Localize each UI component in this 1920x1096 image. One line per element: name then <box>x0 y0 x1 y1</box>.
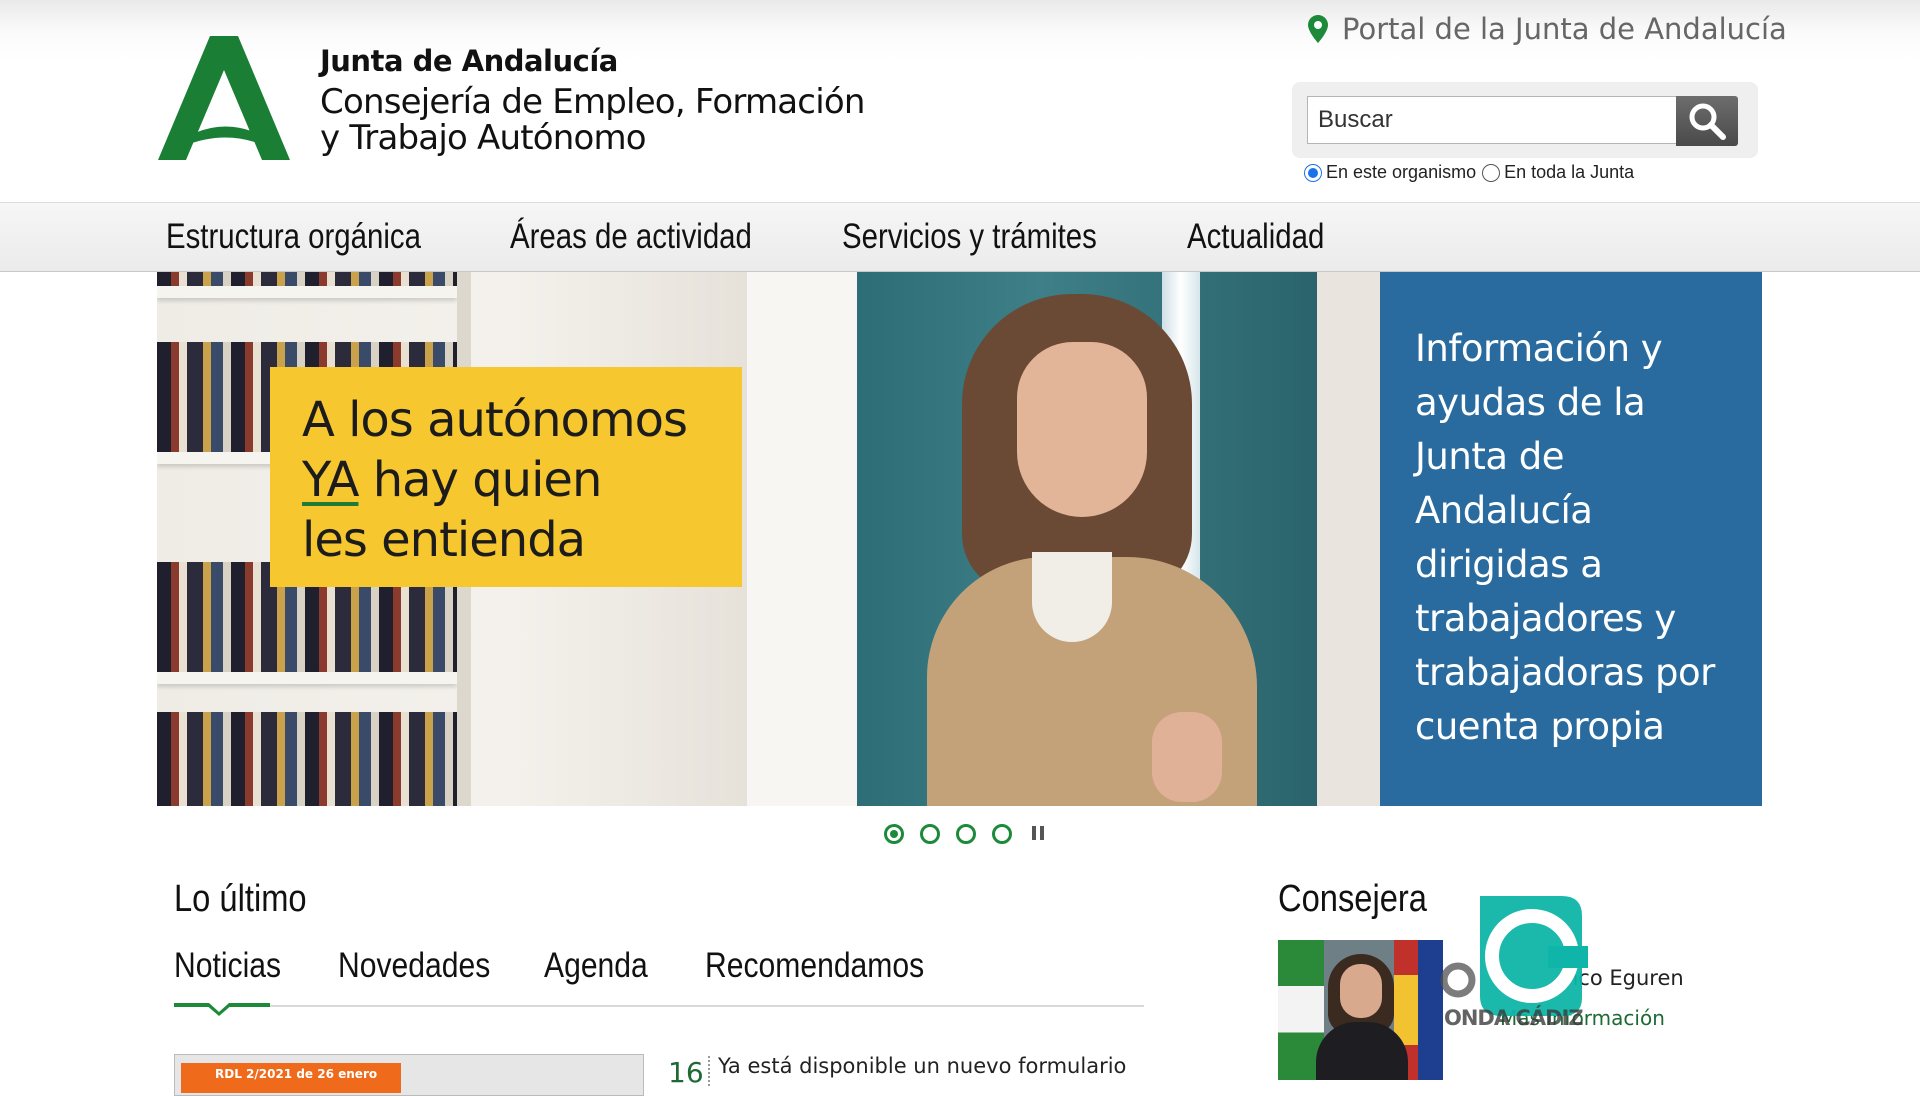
tab-novedades[interactable]: Novedades <box>338 946 490 986</box>
department-line-1: Consejería de Empleo, Formación <box>320 82 865 122</box>
org-name: Junta de Andalucía <box>320 44 618 78</box>
nav-item-actualidad[interactable]: Actualidad <box>1187 217 1324 257</box>
carousel-dot-2[interactable] <box>920 824 940 844</box>
active-tab-caret-icon <box>205 1003 233 1016</box>
department-line-2: y Trabajo Autónomo <box>320 118 647 158</box>
tab-agenda[interactable]: Agenda <box>544 946 648 986</box>
banner-headline: A los autónomos YA hay quien les entiend… <box>302 390 688 570</box>
onda-cadiz-watermark-icon <box>1440 896 1588 1016</box>
scope-this-org-label: En este organismo <box>1326 162 1477 182</box>
scope-all-junta-label: En toda la Junta <box>1504 162 1635 182</box>
headline-line-2: YA hay quien <box>302 450 687 510</box>
search-scope: En este organismo En toda la Junta <box>1304 162 1640 183</box>
woman-face <box>1017 342 1147 517</box>
news-thumbnail[interactable]: RDL 2/2021 de 26 enero <box>174 1054 644 1096</box>
tabs-divider <box>174 1005 1144 1007</box>
bookshelf <box>157 712 457 806</box>
portal-link-label: Portal de la Junta de Andalucía <box>1342 12 1787 46</box>
headline-line-2-rest: hay quien <box>358 452 603 508</box>
radio-selected[interactable] <box>1304 163 1322 182</box>
nav-item-servicios[interactable]: Servicios y trámites <box>842 217 1097 257</box>
radio-unselected[interactable] <box>1482 163 1501 182</box>
junta-andalucia-logo[interactable] <box>158 36 290 160</box>
woman-hand <box>1152 712 1222 802</box>
news-date-day: 16 <box>668 1056 704 1089</box>
location-pin-icon <box>1308 15 1328 43</box>
latest-title: Lo último <box>174 878 307 920</box>
consejera-photo[interactable] <box>1278 940 1443 1080</box>
search-button[interactable] <box>1676 96 1738 146</box>
bookshelf <box>157 272 457 286</box>
carousel-dot-1[interactable] <box>884 824 904 844</box>
news-title-link[interactable]: Ya está disponible un nuevo formulario <box>718 1054 1126 1078</box>
watermark-text: ONDA CÁDIZ <box>1444 1006 1584 1030</box>
carousel-dot-3[interactable] <box>956 824 976 844</box>
banner-side-text: Información y ayudas de la Junta de Anda… <box>1415 327 1715 748</box>
carousel-dot-4[interactable] <box>992 824 1012 844</box>
carousel-controls <box>884 824 1046 844</box>
tab-noticias[interactable]: Noticias <box>174 946 281 986</box>
scope-this-org[interactable]: En este organismo <box>1304 162 1476 183</box>
woman-collar <box>1032 552 1112 642</box>
shelf <box>157 286 457 298</box>
hero-banner[interactable]: A los autónomos YA hay quien les entiend… <box>157 272 1762 806</box>
thumbnail-label: RDL 2/2021 de 26 enero <box>215 1067 378 1081</box>
consejera-title: Consejera <box>1278 878 1427 920</box>
scope-all-junta[interactable]: En toda la Junta <box>1482 162 1634 183</box>
pause-icon[interactable] <box>1032 826 1046 842</box>
news-separator <box>708 1056 710 1086</box>
door-frame <box>747 272 857 806</box>
search-icon <box>1689 103 1726 140</box>
headline-line-3: les entienda <box>302 512 586 568</box>
shelf <box>157 672 457 684</box>
department-name: Consejería de Empleo, Formación y Trabaj… <box>320 84 880 156</box>
consejera-face <box>1340 964 1382 1018</box>
nav-item-estructura[interactable]: Estructura orgánica <box>166 217 421 257</box>
search-input[interactable] <box>1307 96 1677 144</box>
portal-link[interactable]: Portal de la Junta de Andalucía <box>1308 12 1787 46</box>
nav-item-areas[interactable]: Áreas de actividad <box>510 217 752 257</box>
main-nav: Estructura orgánica Áreas de actividad S… <box>0 202 1920 272</box>
tab-recomendamos[interactable]: Recomendamos <box>705 946 924 986</box>
headline-line-1: A los autónomos <box>302 392 688 448</box>
headline-ya: YA <box>302 452 359 508</box>
